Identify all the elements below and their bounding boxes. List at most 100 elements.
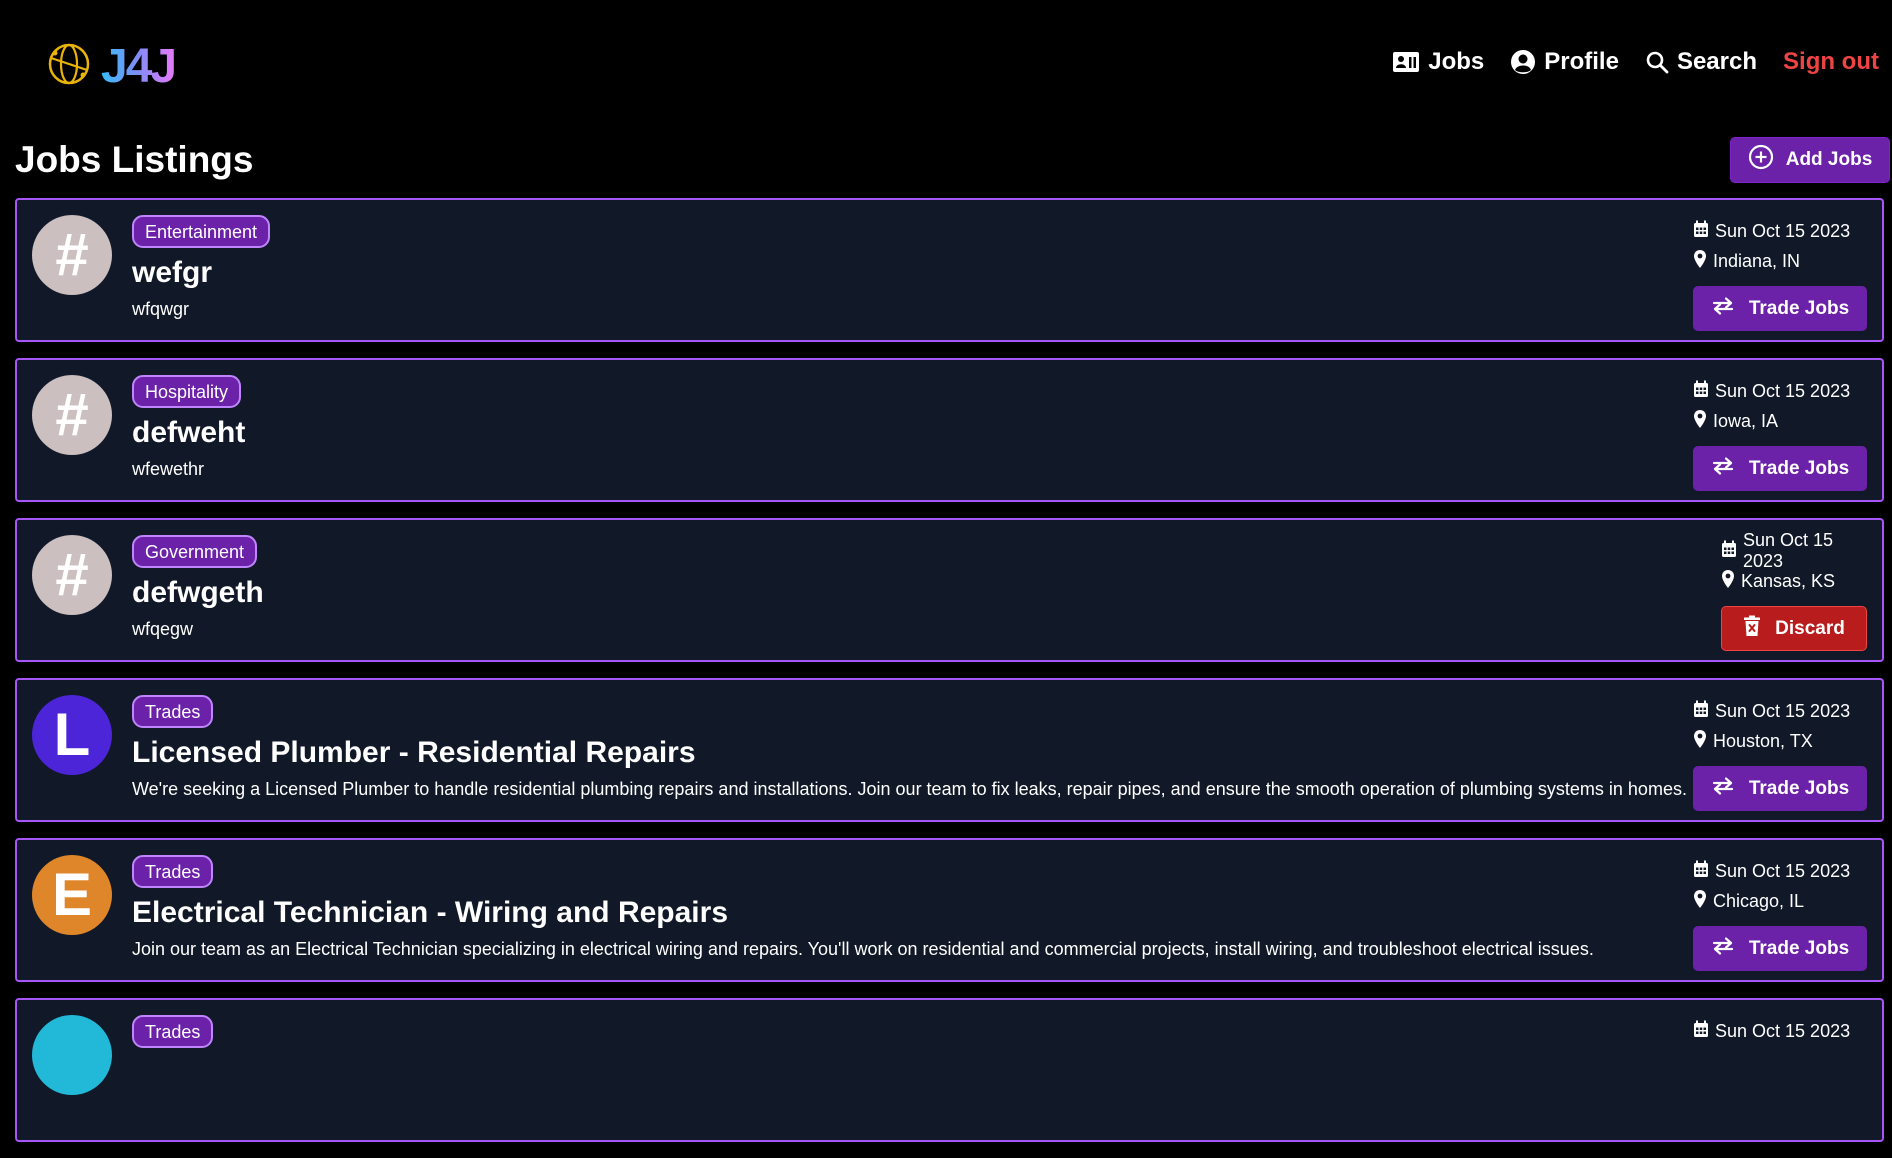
- add-jobs-label: Add Jobs: [1785, 149, 1873, 170]
- job-avatar: #: [32, 375, 112, 455]
- category-badge: Trades: [132, 1015, 214, 1048]
- trade-jobs-label: Trade Jobs: [1748, 457, 1850, 479]
- discard-label: Discard: [1775, 617, 1845, 639]
- job-date-text: Sun Oct 15 2023: [1715, 700, 1851, 721]
- job-location-text: Kansas, KS: [1741, 570, 1836, 591]
- job-location: Houston, TX: [1693, 726, 1867, 756]
- calendar-icon: [1693, 380, 1709, 403]
- category-badge: Government: [132, 535, 258, 568]
- sign-out-link[interactable]: Sign out: [1783, 48, 1879, 76]
- map-pin-icon: [1693, 409, 1707, 434]
- job-card: # Entertainment wefgr wfqwgr Sun Oct 15 …: [15, 198, 1884, 342]
- logo-text: J4J: [101, 39, 177, 93]
- job-card: # Hospitality defweht wfewethr Sun Oct 1…: [15, 358, 1884, 502]
- job-date-text: Sun Oct 15 2023: [1715, 1020, 1851, 1041]
- job-date: Sun Oct 15 2023: [1693, 856, 1867, 886]
- job-date-text: Sun Oct 15 2023: [1715, 220, 1851, 241]
- job-location-text: Chicago, IL: [1713, 890, 1805, 911]
- add-jobs-button[interactable]: Add Jobs: [1730, 137, 1890, 183]
- job-description: wfqegw: [132, 619, 194, 639]
- nav-profile-link[interactable]: Profile: [1510, 48, 1619, 76]
- trade-jobs-button[interactable]: Trade Jobs: [1693, 286, 1867, 331]
- job-meta: Sun Oct 15 2023: [1693, 1016, 1867, 1046]
- job-description: We're seeking a Licensed Plumber to hand…: [132, 779, 1687, 799]
- trade-jobs-button[interactable]: Trade Jobs: [1693, 446, 1867, 491]
- job-avatar: L: [32, 695, 112, 775]
- trash-icon: [1743, 615, 1761, 643]
- nav-jobs-label: Jobs: [1428, 48, 1485, 75]
- job-card: E Trades Electrical Technician - Wiring …: [15, 838, 1884, 982]
- discard-button[interactable]: Discard: [1721, 606, 1867, 651]
- job-meta: Sun Oct 15 2023 Chicago, IL Trade Jobs: [1693, 856, 1867, 971]
- calendar-icon: [1693, 700, 1709, 723]
- page-title: Jobs Listings: [15, 139, 254, 180]
- job-location-text: Iowa, IA: [1713, 410, 1779, 431]
- job-avatar: #: [32, 535, 112, 615]
- swap-arrows-icon: [1711, 456, 1735, 481]
- nav-profile-label: Profile: [1544, 48, 1619, 75]
- job-location: Iowa, IA: [1693, 406, 1867, 436]
- category-badge: Trades: [132, 695, 214, 728]
- map-pin-icon: [1693, 729, 1707, 754]
- plus-circle-icon: [1748, 144, 1774, 176]
- job-date-text: Sun Oct 15 2023: [1715, 380, 1851, 401]
- trade-jobs-button[interactable]: Trade Jobs: [1693, 766, 1867, 811]
- job-description: wfewethr: [132, 459, 205, 479]
- brand-logo[interactable]: J4J: [45, 39, 177, 93]
- swap-arrows-icon: [1711, 776, 1735, 801]
- job-title[interactable]: defwgeth: [132, 575, 264, 611]
- job-avatar: #: [32, 215, 112, 295]
- job-card: Trades Sun Oct 15 2023: [15, 998, 1884, 1142]
- job-list: # Entertainment wefgr wfqwgr Sun Oct 15 …: [15, 198, 1884, 1158]
- job-avatar: [32, 1015, 112, 1095]
- job-date-text: Sun Oct 15 2023: [1743, 530, 1834, 571]
- map-pin-icon: [1721, 569, 1735, 594]
- map-pin-icon: [1693, 889, 1707, 914]
- job-location: Chicago, IL: [1693, 886, 1867, 916]
- job-location-text: Indiana, IN: [1713, 250, 1801, 271]
- calendar-icon: [1721, 540, 1737, 563]
- job-description: Join our team as an Electrical Technicia…: [132, 939, 1594, 959]
- job-card: L Trades Licensed Plumber - Residential …: [15, 678, 1884, 822]
- globe-icon: [45, 40, 93, 93]
- nav-jobs-link[interactable]: Jobs: [1392, 48, 1484, 76]
- job-meta: Sun Oct 15 2023 Kansas, KS Discard: [1721, 530, 1867, 651]
- nav-search-link[interactable]: Search: [1645, 48, 1757, 76]
- job-location: Indiana, IN: [1693, 246, 1867, 276]
- main-nav: Jobs Profile Search Sign out: [1392, 48, 1879, 76]
- trade-jobs-button[interactable]: Trade Jobs: [1693, 926, 1867, 971]
- map-pin-icon: [1693, 249, 1707, 274]
- search-icon: [1645, 50, 1669, 74]
- job-meta: Sun Oct 15 2023 Indiana, IN Trade Jobs: [1693, 216, 1867, 331]
- job-location-text: Houston, TX: [1713, 730, 1813, 751]
- id-card-icon: [1392, 51, 1420, 73]
- job-date: Sun Oct 15 2023: [1693, 376, 1867, 406]
- job-meta: Sun Oct 15 2023 Houston, TX Trade Jobs: [1693, 696, 1867, 811]
- category-badge: Entertainment: [132, 215, 271, 248]
- job-date: Sun Oct 15 2023: [1693, 1016, 1867, 1046]
- job-date: Sun Oct 15 2023: [1693, 696, 1867, 726]
- job-title[interactable]: Licensed Plumber - Residential Repairs: [132, 735, 696, 771]
- job-meta: Sun Oct 15 2023 Iowa, IA Trade Jobs: [1693, 376, 1867, 491]
- top-navbar: J4J Jobs Profile Search Sign out: [0, 0, 1892, 130]
- user-circle-icon: [1510, 49, 1536, 75]
- category-badge: Hospitality: [132, 375, 242, 408]
- calendar-icon: [1693, 220, 1709, 243]
- swap-arrows-icon: [1711, 296, 1735, 321]
- job-avatar: E: [32, 855, 112, 935]
- trade-jobs-label: Trade Jobs: [1748, 777, 1850, 799]
- calendar-icon: [1693, 860, 1709, 883]
- category-badge: Trades: [132, 855, 214, 888]
- job-date: Sun Oct 15 2023: [1721, 530, 1867, 571]
- job-card: # Government defwgeth wfqegw Sun Oct 15 …: [15, 518, 1884, 662]
- trade-jobs-label: Trade Jobs: [1748, 937, 1850, 959]
- job-description: wfqwgr: [132, 299, 190, 319]
- job-date-text: Sun Oct 15 2023: [1715, 860, 1851, 881]
- swap-arrows-icon: [1711, 936, 1735, 961]
- trade-jobs-label: Trade Jobs: [1748, 297, 1850, 319]
- job-title[interactable]: wefgr: [132, 255, 212, 291]
- nav-search-label: Search: [1676, 48, 1758, 75]
- job-title[interactable]: defweht: [132, 415, 245, 451]
- calendar-icon: [1693, 1020, 1709, 1043]
- job-title[interactable]: Electrical Technician - Wiring and Repai…: [132, 895, 728, 931]
